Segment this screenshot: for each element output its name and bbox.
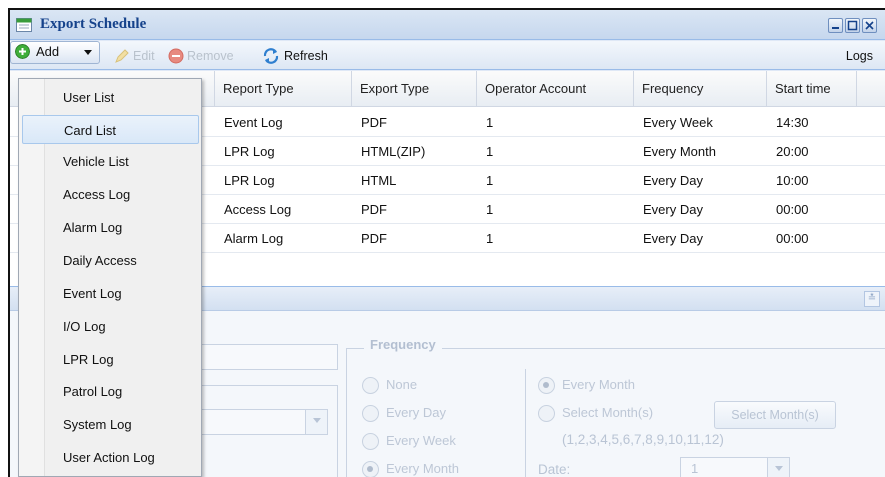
menu-item-user-action-log[interactable]: User Action Log (22, 443, 199, 472)
date-select[interactable]: 1 (680, 457, 790, 477)
add-icon (15, 44, 30, 59)
cell-report-type: LPR Log (224, 173, 275, 188)
cell-start-time: 00:00 (776, 202, 809, 217)
remove-icon (168, 48, 184, 64)
cell-operator-account: 1 (486, 202, 494, 217)
cell-export-type: PDF (361, 115, 387, 130)
cell-frequency: Every Day (643, 173, 703, 188)
chevron-down-icon (305, 410, 327, 434)
cell-report-type: LPR Log (224, 144, 275, 159)
edit-button[interactable]: Edit (114, 47, 155, 65)
cell-report-type: Access Log (224, 202, 292, 217)
menu-item-vehicle-list[interactable]: Vehicle List (22, 147, 199, 176)
cell-export-type: HTML (361, 173, 397, 188)
menu-item-daily-access[interactable]: Daily Access (22, 246, 199, 275)
cell-start-time: 00:00 (776, 231, 809, 246)
refresh-button[interactable]: Refresh (262, 47, 328, 65)
add-button[interactable]: Add (10, 41, 100, 64)
month-radio-every-month[interactable]: Every Month (538, 376, 635, 394)
chevron-down-icon (84, 50, 92, 55)
cell-frequency: Every Day (643, 231, 703, 246)
cell-export-type: PDF (361, 202, 387, 217)
cell-start-time: 14:30 (776, 115, 809, 130)
column-header-report-type[interactable]: Report Type (214, 71, 351, 107)
maximize-icon (847, 20, 858, 31)
add-menu: User List Card List Vehicle List Access … (18, 78, 202, 477)
add-label: Add (36, 44, 60, 59)
cell-operator-account: 1 (486, 173, 494, 188)
logs-label: Logs (845, 49, 873, 63)
cell-export-type: PDF (361, 231, 387, 246)
cell-report-type: Event Log (224, 115, 283, 130)
collapse-icon[interactable]: ≛ (864, 291, 880, 307)
column-header-start-time[interactable]: Start time (766, 71, 856, 107)
minimize-button[interactable] (828, 18, 843, 33)
column-header-operator-account[interactable]: Operator Account (476, 71, 633, 107)
divider (525, 369, 526, 477)
frequency-legend: Frequency (364, 337, 442, 352)
cell-frequency: Every Week (643, 115, 713, 130)
maximize-button[interactable] (845, 18, 860, 33)
menu-item-card-list[interactable]: Card List (22, 115, 199, 144)
remove-button[interactable]: Remove (168, 47, 234, 65)
column-header-frequency[interactable]: Frequency (633, 71, 766, 107)
date-label: Date: (538, 462, 571, 477)
chevron-down-icon (767, 458, 789, 477)
date-value: 1 (691, 461, 699, 476)
close-icon (865, 21, 874, 30)
column-header-export-type[interactable]: Export Type (351, 71, 476, 107)
frequency-radio-none[interactable]: None (362, 376, 417, 394)
menu-item-patrol-log[interactable]: Patrol Log (22, 377, 199, 406)
cell-start-time: 10:00 (776, 173, 809, 188)
cell-start-time: 20:00 (776, 144, 809, 159)
cell-operator-account: 1 (486, 231, 494, 246)
toolbar: Add Edit Remove Refresh Logs (10, 41, 885, 70)
top-margin (0, 0, 885, 9)
frequency-radio-every-month[interactable]: Every Month (362, 460, 459, 477)
menu-item-io-log[interactable]: I/O Log (22, 312, 199, 341)
cell-operator-account: 1 (486, 144, 494, 159)
menu-item-user-list[interactable]: User List (22, 83, 199, 112)
cell-frequency: Every Month (643, 144, 716, 159)
menu-item-lpr-log[interactable]: LPR Log (22, 345, 199, 374)
title-bar: Export Schedule (10, 10, 885, 40)
minimize-icon (832, 27, 839, 29)
close-button[interactable] (862, 18, 877, 33)
cell-export-type: HTML(ZIP) (361, 144, 426, 159)
menu-item-alarm-log[interactable]: Alarm Log (22, 213, 199, 242)
schedule-icon (16, 18, 32, 32)
column-header-spacer (856, 71, 885, 107)
refresh-icon (263, 48, 279, 64)
frequency-radio-every-week[interactable]: Every Week (362, 432, 456, 450)
type-select[interactable] (200, 409, 328, 435)
window-title: Export Schedule (40, 16, 147, 32)
cell-operator-account: 1 (486, 115, 494, 130)
month-radio-select-months[interactable]: Select Month(s) (538, 404, 653, 422)
menu-item-event-log[interactable]: Event Log (22, 279, 199, 308)
cell-report-type: Alarm Log (224, 231, 284, 246)
frequency-radio-every-day[interactable]: Every Day (362, 404, 446, 422)
edit-icon (115, 49, 129, 63)
menu-item-access-log[interactable]: Access Log (22, 180, 199, 209)
cell-frequency: Every Day (643, 202, 703, 217)
name-field[interactable] (200, 344, 338, 370)
select-months-button[interactable]: Select Month(s) (714, 401, 836, 429)
menu-item-system-log[interactable]: System Log (22, 410, 199, 439)
months-hint: (1,2,3,4,5,6,7,8,9,10,11,12) (562, 432, 724, 447)
